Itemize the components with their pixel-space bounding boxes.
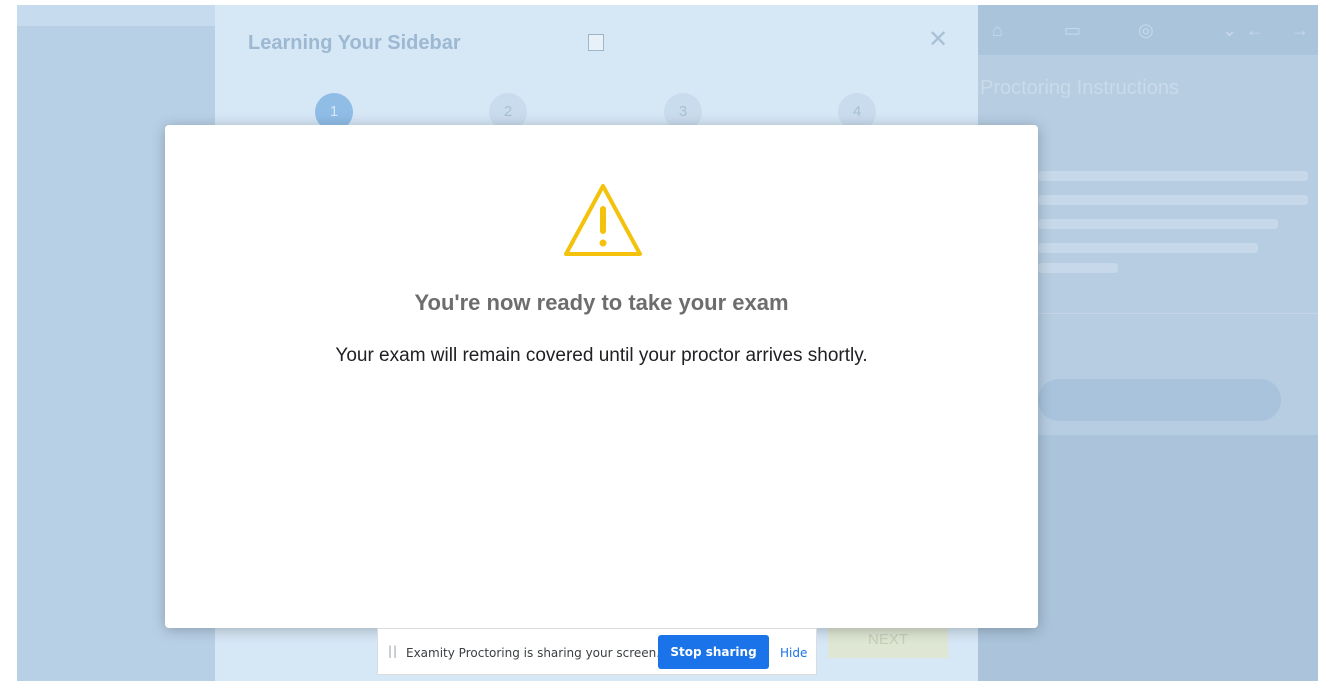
arrow-right-icon[interactable]: → [1291,20,1309,41]
text-line [1038,195,1308,205]
modal-heading: You're now ready to take your exam [414,290,789,315]
right-panel-toolbar: ⌂ ▭ ◎ ⌄ ← → [978,5,1318,55]
hide-button[interactable]: Hide [780,646,807,660]
tour-title: Learning Your Sidebar [248,32,461,54]
screen-share-bar: || Examity Proctoring is sharing your sc… [377,628,817,675]
stop-sharing-button[interactable]: Stop sharing [658,635,769,669]
chevron-down-icon[interactable]: ⌄ [1222,20,1237,41]
text-line [1038,171,1308,181]
share-message: Examity Proctoring is sharing your scree… [406,646,661,660]
panel-title: Proctoring Instructions [980,77,1179,99]
settings-icon[interactable]: ◎ [1138,20,1154,41]
modal-message: Your exam will remain covered until your… [335,345,868,366]
home-icon[interactable]: ⌂ [992,20,1003,41]
arrow-left-icon[interactable]: ← [1246,20,1264,41]
text-line [1038,219,1278,229]
text-line [1038,263,1118,273]
close-icon[interactable]: ✕ [928,25,948,54]
panel-button[interactable] [1038,379,1281,421]
text-line [1038,243,1258,253]
window-icon[interactable]: ▭ [1064,20,1081,41]
warning-icon [564,184,642,256]
ready-modal: You're now ready to take your exam Your … [165,125,1038,628]
drag-handle-icon[interactable]: || [388,644,398,658]
broken-image-icon [588,34,604,51]
